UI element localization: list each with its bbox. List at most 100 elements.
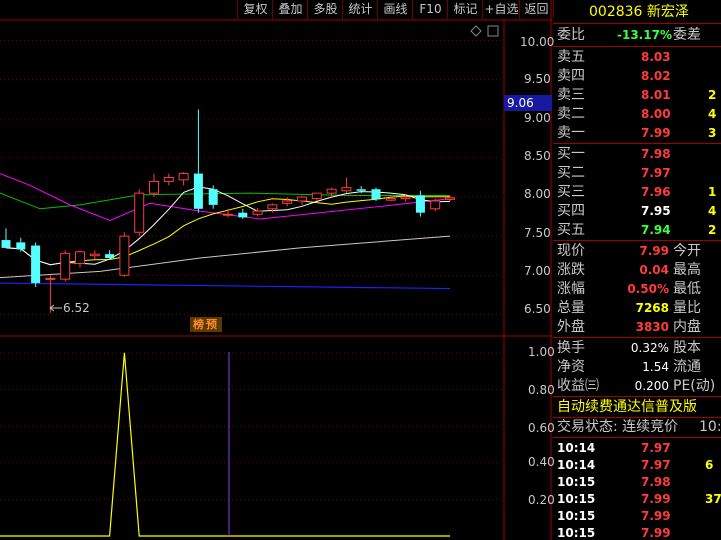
indicator-tick: 0.20 — [528, 493, 555, 507]
candle-body — [326, 188, 337, 194]
stock-chart-window: 10.00 9.50 9.00 8.50 8.00 7.50 7.00 6.50… — [0, 0, 721, 540]
buy-level-price: 7.98 — [641, 147, 671, 161]
quote-label-2: 今开 — [673, 243, 701, 259]
candle-body — [119, 235, 130, 276]
mark-button[interactable]: 标记 — [447, 0, 483, 19]
stats-value: 0.200 — [634, 379, 669, 393]
draw-line-button[interactable]: 画线 — [377, 0, 413, 19]
price-tick: 7.50 — [524, 226, 551, 240]
indicator-tick: 0.80 — [528, 383, 555, 397]
kline-chart[interactable] — [0, 0, 552, 540]
sell-level-row: 卖五 8.03 — [553, 48, 721, 67]
quote-label-2: 最低 — [673, 281, 701, 297]
statistics-button[interactable]: 统计 — [342, 0, 378, 19]
ma120-line — [0, 282, 451, 290]
sell-level-price: 8.01 — [641, 88, 671, 102]
indicator-tick: 1.00 — [528, 345, 555, 359]
toolbar: 复权 叠加 多股 统计 画线 F10 标记 +自选 返回 — [0, 0, 554, 20]
candle-body — [252, 210, 263, 215]
quote-label: 涨幅 — [557, 281, 585, 297]
stats-label: 收益㈢ — [557, 378, 599, 394]
stats-label-2: 股本 — [673, 340, 701, 356]
diamond-icon[interactable] — [470, 25, 482, 37]
f10-button[interactable]: F10 — [412, 0, 448, 19]
candle-body — [415, 195, 425, 213]
candle-body — [356, 189, 366, 191]
quote-value: 0.04 — [639, 263, 669, 277]
quote-row: 外盘 3830 内盘 — [553, 318, 721, 337]
buy-level-label: 买五 — [557, 222, 585, 238]
buy-level-volume: 2 — [708, 223, 717, 237]
stock-name: 新宏泽 — [646, 4, 689, 20]
candle-body — [134, 192, 145, 233]
buy-level-price: 7.94 — [641, 223, 671, 237]
quote-row: 涨幅 0.50% 最低 — [553, 280, 721, 299]
sell-level-volume: 4 — [708, 107, 717, 121]
candle-body — [311, 192, 322, 200]
candle-body — [89, 253, 100, 257]
low-price-label: 6.52 — [63, 301, 90, 315]
cursor-price-label: 9.06 — [507, 96, 534, 110]
stats-label-2: 流通 — [673, 359, 701, 375]
stock-title: 002836 新宏泽 — [589, 2, 689, 22]
buy-level-row: 买四 7.95 4 — [553, 202, 721, 221]
sell-level-price: 8.03 — [641, 50, 671, 64]
trade-status-time: 10:1 — [699, 419, 721, 435]
rank-badge-b: 预 — [206, 318, 219, 331]
buy-level-volume: 1 — [708, 185, 717, 199]
quote-panel: 002836 新宏泽 委比 -13.17% 委差 卖五 8.03 卖四 8.02 卖三 8… — [553, 0, 721, 540]
sell-level-label: 卖五 — [557, 49, 585, 65]
candle-body — [238, 212, 248, 218]
candle-body — [16, 242, 26, 250]
candle-body — [341, 187, 352, 192]
buy-level-volume: 4 — [708, 204, 717, 218]
restore-rights-button[interactable]: 复权 — [237, 0, 273, 19]
sell-level-label: 卖三 — [557, 87, 585, 103]
trade-status: 交易状态: 连续竞价 — [557, 418, 678, 437]
overlay-button[interactable]: 叠加 — [272, 0, 308, 19]
buy-level-row: 买一 7.98 — [553, 145, 721, 164]
buy-level-row: 买五 7.94 2 — [553, 221, 721, 240]
back-button[interactable]: 返回 — [519, 0, 554, 19]
multi-stock-button[interactable]: 多股 — [307, 0, 343, 19]
buy-level-label: 买二 — [557, 165, 585, 181]
candle-body — [149, 180, 159, 194]
tick-time: 10:15 — [557, 526, 596, 540]
indicator-line — [0, 352, 450, 537]
quote-value: 3830 — [635, 320, 669, 334]
price-tick: 8.00 — [524, 187, 551, 201]
notice-banner[interactable]: 自动续费通达信普及版 — [557, 398, 697, 417]
buy-level-price: 7.96 — [641, 185, 671, 199]
trade-status-text: 交易状态: 连续竞价 — [557, 419, 679, 435]
candle-body — [385, 198, 396, 201]
sell-level-volume: 3 — [708, 126, 717, 140]
weibi-value: -13.17% — [617, 28, 672, 42]
weibi-row: 委比 -13.17% 委差 — [553, 26, 721, 45]
sell-level-price: 7.99 — [641, 126, 671, 140]
quote-label: 现价 — [557, 243, 585, 259]
candle-body — [31, 245, 41, 284]
price-tick: 6.50 — [524, 302, 551, 316]
buy-level-label: 买四 — [557, 203, 585, 219]
candle-body — [400, 196, 411, 200]
add-watchlist-button[interactable]: +自选 — [482, 0, 520, 19]
quote-label-2: 量比 — [673, 300, 701, 316]
stats-row: 收益㈢ 0.200 PE(动) — [553, 377, 721, 396]
stats-value: 0.32% — [630, 341, 669, 355]
tick-row: 10:15 7.99 — [553, 524, 721, 540]
quote-value: 0.50% — [627, 282, 669, 296]
buy-level-price: 7.97 — [641, 166, 671, 180]
sell-level-row: 卖一 7.99 3 — [553, 124, 721, 143]
rank-badge[interactable]: 榜预 — [190, 317, 222, 332]
sell-level-row: 卖二 8.00 4 — [553, 105, 721, 124]
candle-body — [282, 200, 293, 204]
candle-body — [105, 254, 115, 259]
sell-level-price: 8.02 — [641, 69, 671, 83]
candle-body — [178, 173, 189, 181]
sell-level-label: 卖四 — [557, 68, 585, 84]
candle-body — [223, 213, 233, 216]
sell-level-price: 8.00 — [641, 107, 671, 121]
panel-toggle-icon[interactable] — [487, 25, 499, 37]
candle-body — [1, 240, 11, 248]
quote-row: 涨跌 0.04 最高 — [553, 261, 721, 280]
